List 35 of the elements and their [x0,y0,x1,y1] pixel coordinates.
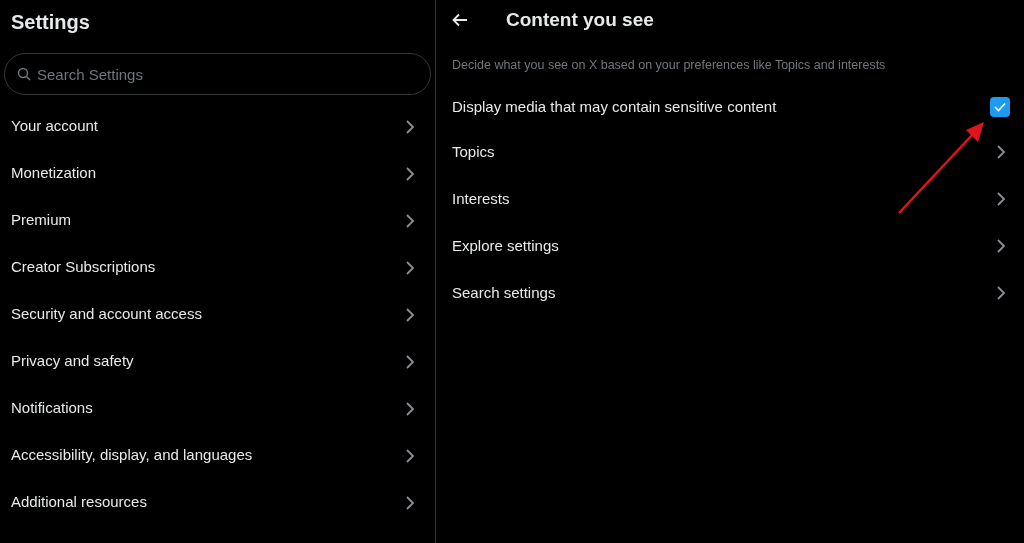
settings-menu-item[interactable]: Search settings [436,269,1024,317]
settings-menu-item[interactable]: Topics [436,128,1024,176]
settings-menu-item[interactable]: Privacy and safety [0,338,435,385]
checkbox[interactable] [990,96,1010,117]
settings-menu-item[interactable]: Explore settings [436,222,1024,270]
setting-label: Display media that may contain sensitive content [452,96,777,117]
search-field[interactable]: Search Settings [4,53,431,95]
chevron-right-icon [405,165,415,182]
chevron-right-icon [405,118,415,135]
chevron-right-icon [405,306,415,323]
chevron-right-icon [996,238,1006,255]
panel-description: Decide what you see on X based on your preferences like Topics and interests [451,57,887,74]
settings-menu-item[interactable]: Additional resources [0,479,435,526]
back-arrow-icon[interactable] [452,13,468,27]
chevron-right-icon [996,191,1006,208]
chevron-right-icon [405,353,415,370]
panel-title: Content you see [506,7,654,32]
settings-menu-item[interactable]: Your account [0,103,435,150]
settings-menu-item[interactable]: Premium [0,197,435,244]
chevron-right-icon [996,144,1006,161]
search-icon [17,67,31,81]
chevron-right-icon [405,400,415,417]
settings-menu-item[interactable]: Notifications [0,385,435,432]
chevron-right-icon [405,212,415,229]
settings-menu-item[interactable]: Accessibility, display, and languages [0,432,435,479]
settings-menu-item[interactable]: Interests [436,175,1024,223]
checkmark-icon [994,101,1006,112]
settings-menu-item[interactable]: Monetization [0,150,435,197]
chevron-right-icon [405,259,415,276]
sidebar-title: Settings [10,10,91,35]
chevron-right-icon [996,285,1006,302]
chevron-right-icon [405,447,415,464]
chevron-right-icon [405,494,415,511]
settings-menu-item[interactable]: Security and account access [0,291,435,338]
settings-menu-item[interactable]: Creator Subscriptions [0,244,435,291]
